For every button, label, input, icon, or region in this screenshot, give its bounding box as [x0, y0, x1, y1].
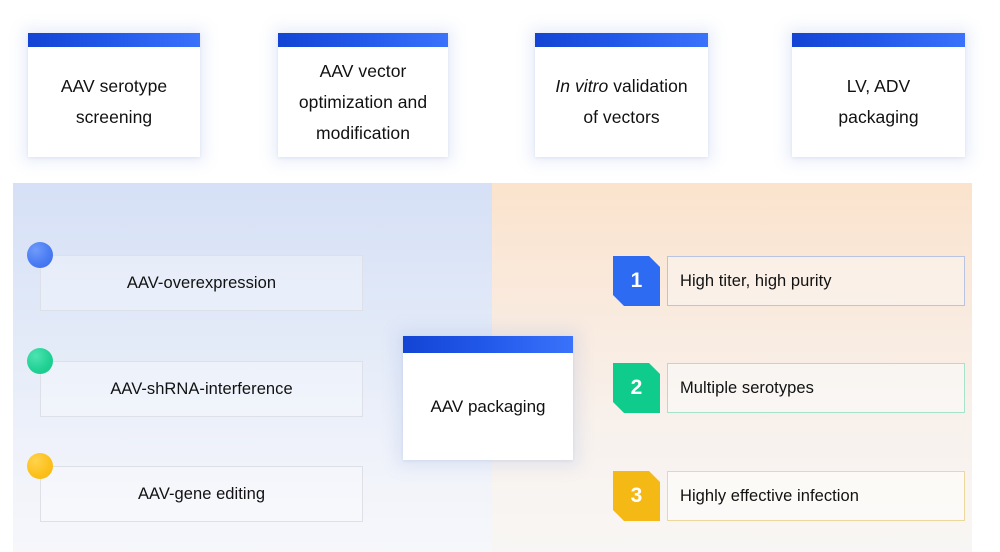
left-item-label: AAV-overexpression: [126, 273, 277, 292]
card-aav-vector-optimization: AAV vector optimization and modification: [278, 33, 448, 157]
left-item-label: AAV-gene editing: [137, 484, 266, 503]
card-title: AAV vector optimization and modification: [299, 56, 427, 149]
left-item-aav-gene-editing: AAV-gene editing: [27, 453, 363, 522]
left-item-aav-overexpression: AAV-overexpression: [27, 242, 363, 311]
right-item-multiple-serotypes: 2 Multiple serotypes: [613, 363, 965, 413]
right-item-label: Highly effective infection: [680, 486, 859, 505]
card-title: AAV serotype screening: [61, 71, 167, 133]
card-title: In vitro validation of vectors: [555, 71, 687, 133]
card-title-line: screening: [75, 107, 153, 127]
yellow-dot-icon: [27, 453, 53, 479]
card-title-line: optimization and: [298, 91, 428, 112]
number-badge-2: 2: [613, 363, 660, 413]
card-title-line: modification: [316, 122, 410, 143]
card-title-line: packaging: [838, 107, 919, 127]
italic-term: In vitro: [555, 76, 609, 96]
right-item-box: High titer, high purity: [667, 256, 965, 306]
card-body: LV, ADV packaging: [792, 47, 965, 157]
green-dot-icon: [27, 348, 53, 374]
right-item-highly-effective-infection: 3 Highly effective infection: [613, 471, 965, 521]
card-title: LV, ADV packaging: [838, 71, 918, 133]
blue-dot-icon: [27, 242, 53, 268]
number-badge-1: 1: [613, 256, 660, 306]
card-title: AAV packaging: [430, 396, 546, 416]
card-in-vitro-validation: In vitro validation of vectors: [535, 33, 708, 157]
card-accent-bar: [28, 33, 200, 47]
card-title-line: of vectors: [583, 107, 660, 127]
card-title-line: AAV serotype: [60, 76, 168, 96]
left-item-aav-shrna-interference: AAV-shRNA-interference: [27, 348, 363, 417]
card-body: In vitro validation of vectors: [535, 47, 708, 157]
right-item-label: Multiple serotypes: [680, 378, 814, 397]
card-title-line-italic: In vitro validation: [555, 76, 688, 96]
card-title-line: LV, ADV: [846, 76, 911, 96]
right-item-high-titer-high-purity: 1 High titer, high purity: [613, 256, 965, 306]
card-body: AAV vector optimization and modification: [278, 47, 448, 157]
card-title-line: AAV vector: [319, 60, 407, 81]
card-accent-bar: [792, 33, 965, 47]
card-accent-bar: [535, 33, 708, 47]
left-item-label: AAV-shRNA-interference: [110, 379, 293, 398]
card-body: AAV serotype screening: [28, 47, 200, 157]
card-aav-serotype-screening: AAV serotype screening: [28, 33, 200, 157]
card-accent-bar: [278, 33, 448, 47]
card-accent-bar: [403, 336, 573, 353]
left-item-box: AAV-shRNA-interference: [40, 361, 363, 417]
left-item-box: AAV-gene editing: [40, 466, 363, 522]
card-lv-adv-packaging: LV, ADV packaging: [792, 33, 965, 157]
right-item-label: High titer, high purity: [680, 271, 832, 290]
card-aav-packaging: AAV packaging: [403, 336, 573, 460]
right-item-box: Highly effective infection: [667, 471, 965, 521]
left-item-box: AAV-overexpression: [40, 255, 363, 311]
right-item-box: Multiple serotypes: [667, 363, 965, 413]
number-badge-3: 3: [613, 471, 660, 521]
